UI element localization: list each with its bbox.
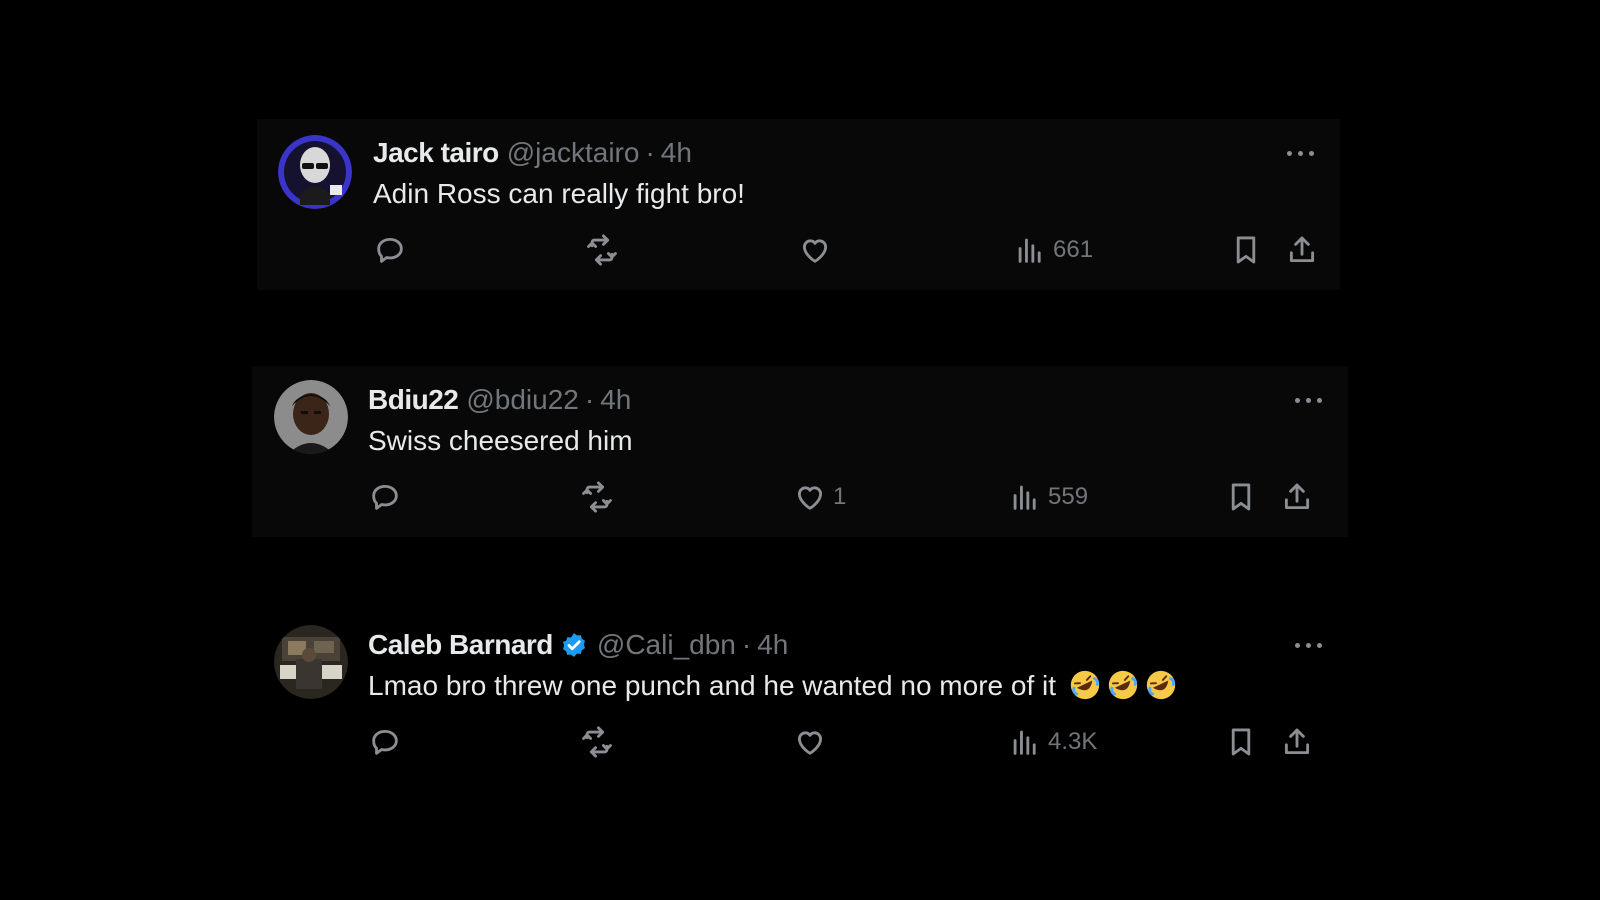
more-options-icon[interactable]	[1294, 394, 1324, 406]
retweet-icon	[582, 726, 612, 758]
bookmark-button[interactable]	[1224, 477, 1258, 517]
bookmark-button[interactable]	[1224, 722, 1258, 762]
avatar[interactable]	[274, 380, 348, 454]
view-count: 661	[1053, 236, 1094, 263]
tweet-text: Adin Ross can really fight bro!	[373, 178, 745, 209]
display-name[interactable]: Bdiu22	[368, 382, 459, 418]
tweet-header: Bdiu22 @bdiu22 · 4h	[368, 382, 631, 418]
action-bar: 1 559	[368, 477, 1328, 517]
analytics-icon	[1018, 238, 1041, 263]
bookmark-icon	[1231, 483, 1251, 511]
rolling-on-floor-laughing-emoji-icon	[1146, 670, 1175, 700]
heart-icon	[797, 486, 823, 510]
bald-man-sunglasses-avatar-icon	[278, 135, 352, 209]
studio-photo-avatar-icon	[274, 625, 348, 699]
man-portrait-avatar-icon	[274, 380, 348, 454]
avatar[interactable]	[274, 625, 348, 699]
tweet-card[interactable]: Bdiu22 @bdiu22 · 4h Swiss cheesered him …	[252, 366, 1348, 537]
tweet-card[interactable]: Caleb Barnard @Cali_dbn · 4h Lmao bro th…	[252, 611, 1348, 783]
user-handle[interactable]: @Cali_dbn	[597, 627, 736, 663]
reply-button[interactable]	[368, 722, 402, 762]
view-count: 559	[1048, 483, 1089, 510]
share-icon	[1284, 728, 1310, 755]
bookmark-icon	[1231, 728, 1251, 756]
tweet-header: Caleb Barnard @Cali_dbn · 4h	[368, 627, 788, 663]
separator: ·	[645, 137, 655, 168]
retweet-button[interactable]	[580, 722, 614, 762]
retweet-icon	[587, 234, 617, 266]
rolling-on-floor-laughing-emoji-icon	[1070, 670, 1099, 700]
timestamp[interactable]: 4h	[757, 627, 788, 663]
retweet-button[interactable]	[580, 477, 614, 517]
reply-button[interactable]	[368, 477, 402, 517]
like-button[interactable]	[793, 722, 833, 762]
rolling-on-floor-laughing-emoji-icon	[1108, 670, 1137, 700]
share-button[interactable]	[1280, 477, 1314, 517]
tweet-card[interactable]: Jack tairo @jacktairo · 4h Adin Ross can…	[257, 119, 1340, 290]
tweet-text: Lmao bro threw one punch and he wanted n…	[368, 670, 1056, 701]
reply-icon	[377, 237, 403, 263]
display-name[interactable]: Caleb Barnard	[368, 627, 553, 663]
heart-icon	[797, 731, 823, 755]
reply-icon	[372, 729, 398, 755]
like-button[interactable]: 1	[793, 477, 846, 517]
retweet-button[interactable]	[585, 230, 619, 270]
like-button[interactable]	[798, 230, 838, 270]
analytics-icon	[1013, 485, 1036, 510]
tweet-text: Swiss cheesered him	[368, 425, 633, 456]
bookmark-icon	[1236, 236, 1256, 264]
user-handle[interactable]: @jacktairo	[507, 135, 640, 171]
tweet-header: Jack tairo @jacktairo · 4h	[373, 135, 692, 171]
share-button[interactable]	[1285, 230, 1319, 270]
tweet-text-container: Lmao bro threw one punch and he wanted n…	[368, 668, 1178, 704]
share-icon	[1284, 483, 1310, 510]
user-handle[interactable]: @bdiu22	[466, 382, 579, 418]
timestamp[interactable]: 4h	[661, 135, 692, 171]
action-bar: 661	[373, 230, 1333, 270]
action-bar: 4.3K	[368, 722, 1328, 762]
more-options-icon[interactable]	[1294, 639, 1324, 651]
more-options-icon[interactable]	[1286, 147, 1316, 159]
display-name[interactable]: Jack tairo	[373, 135, 499, 171]
share-icon	[1289, 236, 1315, 263]
reply-button[interactable]	[373, 230, 407, 270]
retweet-icon	[582, 481, 612, 513]
verified-badge-icon	[562, 633, 585, 657]
reply-icon	[372, 484, 398, 510]
share-button[interactable]	[1280, 722, 1314, 762]
heart-icon	[802, 239, 828, 263]
views-button[interactable]: 661	[1013, 230, 1093, 270]
views-button[interactable]: 559	[1008, 477, 1088, 517]
view-count: 4.3K	[1048, 728, 1098, 755]
avatar[interactable]	[278, 135, 352, 209]
like-count: 1	[833, 483, 847, 510]
separator: ·	[584, 384, 595, 415]
separator: ·	[741, 629, 752, 660]
timestamp[interactable]: 4h	[600, 382, 631, 418]
views-button[interactable]: 4.3K	[1008, 722, 1097, 762]
bookmark-button[interactable]	[1229, 230, 1263, 270]
analytics-icon	[1013, 730, 1036, 755]
